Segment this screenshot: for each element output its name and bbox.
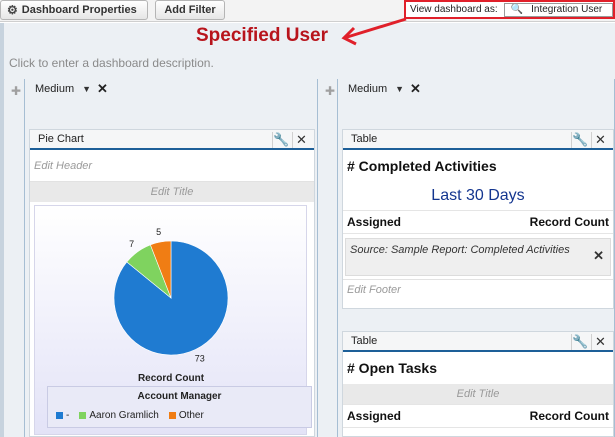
plus-icon[interactable]: ✚ bbox=[325, 84, 335, 98]
view-as-label: View dashboard as: bbox=[410, 4, 498, 15]
table-header-row: Assigned Record Count bbox=[343, 210, 613, 234]
gear-icon: ⚙ bbox=[7, 3, 18, 17]
legend-label: Other bbox=[178, 410, 204, 421]
pie-legend: Account Manager - Aaron Gramlich Other bbox=[47, 386, 312, 428]
edit-footer[interactable]: Edit Footer bbox=[343, 279, 613, 299]
edit-title[interactable]: Edit Title bbox=[30, 182, 314, 202]
component-type-label: Pie Chart bbox=[38, 133, 84, 145]
legend-swatch bbox=[79, 412, 87, 419]
table-header-row: Assigned Record Count bbox=[343, 404, 613, 428]
add-filter-label: Add Filter bbox=[164, 4, 216, 16]
legend-swatch bbox=[168, 412, 176, 419]
legend-items: - Aaron Gramlich Other bbox=[48, 410, 311, 421]
column-header-assigned: Assigned bbox=[347, 409, 402, 423]
column-header-record-count: Record Count bbox=[529, 409, 609, 423]
column-header-record-count: Record Count bbox=[529, 215, 609, 229]
legend-item: Other bbox=[168, 410, 204, 421]
component-type-label: Table bbox=[351, 335, 378, 347]
column-width-select[interactable]: Medium bbox=[35, 83, 74, 95]
component-header-title[interactable]: # Open Tasks bbox=[343, 352, 613, 384]
specified-user-annotation: Specified User bbox=[196, 25, 328, 46]
legend-swatch bbox=[56, 412, 63, 419]
source-report-label: Source: Sample Report: Completed Activit… bbox=[350, 244, 570, 256]
component-header-title[interactable]: # Completed Activities bbox=[343, 150, 613, 182]
column-header: Medium ▼ ✕ bbox=[25, 79, 317, 99]
edit-header[interactable]: Edit Header bbox=[30, 150, 314, 182]
wrench-icon[interactable]: 🔧 bbox=[571, 334, 589, 350]
dashboard-properties-button[interactable]: ⚙ Dashboard Properties bbox=[0, 0, 148, 20]
wrench-icon[interactable]: 🔧 bbox=[272, 132, 290, 148]
close-icon[interactable]: ✕ bbox=[591, 334, 609, 350]
table-component-open-tasks: Table 🔧 ✕ # Open Tasks Edit Title Assign… bbox=[342, 331, 614, 437]
legend-title: Account Manager bbox=[137, 391, 222, 402]
close-icon[interactable]: ✕ bbox=[593, 249, 604, 263]
chevron-down-icon[interactable]: ▼ bbox=[82, 84, 91, 94]
view-dashboard-as: View dashboard as: 🔍 Integration User bbox=[404, 0, 615, 19]
view-as-user-value: Integration User bbox=[531, 4, 603, 15]
search-icon[interactable]: 🔍 bbox=[511, 4, 523, 15]
pie-slice-label: 73 bbox=[195, 354, 205, 364]
dashboard-properties-label: Dashboard Properties bbox=[21, 4, 137, 16]
component-title-bar: Pie Chart 🔧 ✕ bbox=[30, 130, 314, 150]
chevron-down-icon[interactable]: ▼ bbox=[395, 84, 404, 94]
pie-chart-component: Pie Chart 🔧 ✕ Edit Header Edit Title 73 7… bbox=[29, 129, 315, 437]
close-icon[interactable]: ✕ bbox=[97, 81, 108, 97]
component-subtitle[interactable]: Last 30 Days bbox=[343, 182, 613, 210]
dashboard-column-right: Medium ▼ ✕ Table 🔧 ✕ # Completed Activit… bbox=[337, 79, 615, 437]
pie-chart: 73 7 5 Record Count bbox=[113, 227, 229, 384]
pie-slice-label: 5 bbox=[156, 227, 161, 237]
column-add-handle-left[interactable]: ✚ bbox=[8, 80, 22, 437]
column-header-assigned: Assigned bbox=[347, 215, 402, 229]
pie-chart-area: 73 7 5 Record Count Account Manager - Aaron… bbox=[34, 205, 312, 435]
legend-item: - bbox=[56, 410, 69, 421]
close-icon[interactable]: ✕ bbox=[410, 81, 421, 97]
component-title-bar: Table 🔧 ✕ bbox=[343, 130, 613, 150]
legend-label: Aaron Gramlich bbox=[89, 410, 159, 421]
component-type-label: Table bbox=[351, 133, 378, 145]
source-report[interactable]: Source: Sample Report: Completed Activit… bbox=[345, 238, 611, 276]
close-icon[interactable]: ✕ bbox=[292, 132, 310, 148]
close-icon[interactable]: ✕ bbox=[591, 132, 609, 148]
plus-icon[interactable]: ✚ bbox=[11, 84, 21, 98]
component-title-bar: Table 🔧 ✕ bbox=[343, 332, 613, 352]
wrench-icon[interactable]: 🔧 bbox=[571, 132, 589, 148]
dashboard-toolbar: ⚙ Dashboard Properties Add Filter View d… bbox=[0, 0, 615, 22]
legend-label: - bbox=[66, 410, 70, 421]
column-width-select[interactable]: Medium bbox=[348, 83, 387, 95]
column-header: Medium ▼ ✕ bbox=[338, 79, 614, 99]
column-add-handle-middle[interactable]: ✚ bbox=[322, 80, 336, 437]
edit-title[interactable]: Edit Title bbox=[343, 384, 613, 404]
view-as-user-input[interactable]: 🔍 Integration User bbox=[503, 2, 613, 17]
legend-item: Aaron Gramlich bbox=[79, 410, 159, 421]
table-component-completed-activities: Table 🔧 ✕ # Completed Activities Last 30… bbox=[342, 129, 614, 309]
pie-axis-label: Record Count bbox=[138, 373, 205, 384]
dashboard-column-left: Medium ▼ ✕ Pie Chart 🔧 ✕ Edit Header Edi… bbox=[24, 79, 318, 437]
pie-slice-label: 7 bbox=[129, 239, 134, 249]
dashboard-description[interactable]: Click to enter a dashboard description. bbox=[9, 56, 214, 70]
add-filter-button[interactable]: Add Filter bbox=[155, 0, 225, 20]
annotation-arrow-icon bbox=[341, 17, 407, 46]
